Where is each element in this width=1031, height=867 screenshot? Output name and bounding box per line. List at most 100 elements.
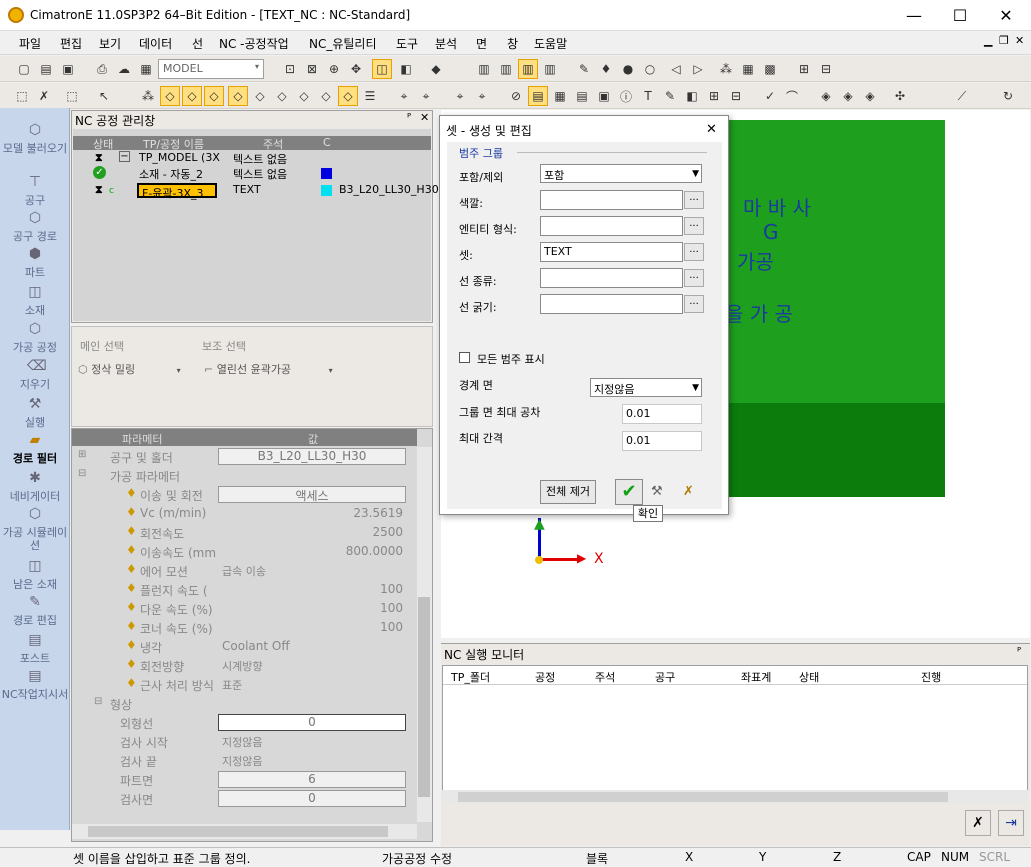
col-status[interactable]: 상태	[93, 136, 113, 152]
col-name[interactable]: TP/공정 이름	[143, 136, 204, 152]
bulb-icon[interactable]: ♦	[596, 59, 616, 79]
sidebar-item-toolpath[interactable]: ⬡ 공구 경로	[0, 211, 70, 243]
collapse-icon[interactable]: −	[119, 151, 130, 162]
surface-icon[interactable]: ◈	[816, 86, 836, 106]
pick-icon[interactable]: ⬚	[62, 86, 82, 106]
sidebar-item-post[interactable]: ▤ 포스트	[0, 633, 70, 665]
save-icon[interactable]: ▣	[58, 59, 78, 79]
cancel-icon[interactable]: ✗	[683, 484, 694, 499]
linewidth-browse-button[interactable]: ...	[684, 295, 704, 313]
color-browse-button[interactable]: ...	[684, 191, 704, 209]
shape-row[interactable]: 검사 시작 지정않음	[72, 732, 417, 751]
entity-browse-button[interactable]: ...	[684, 217, 704, 235]
tree-2-icon[interactable]: ⊟	[726, 86, 746, 106]
filter-edge-icon[interactable]: ◇	[182, 86, 202, 106]
sidebar-item-nc-sheet[interactable]: ▤ NC작업지시서	[0, 669, 70, 701]
param-row[interactable]: ♦ 이송 및 회전 액세스	[72, 485, 417, 504]
param-row[interactable]: ♦ 냉각 Coolant Off	[72, 637, 417, 656]
sidebar-item-path-edit[interactable]: ✎ 경로 편집	[0, 595, 70, 627]
model-combo[interactable]: MODEL ▾	[158, 59, 264, 79]
curve-icon[interactable]: ⌒	[782, 86, 802, 106]
sidebar-item-stock[interactable]: ◫ 소재	[0, 285, 70, 317]
pin-icon[interactable]: ᴾ	[407, 111, 411, 124]
deselect-icon[interactable]: ✗	[34, 86, 54, 106]
part-face-button[interactable]: 6	[218, 771, 406, 788]
sidebar-item-path-filter[interactable]: ▰ 경로 필터	[0, 433, 70, 465]
param-row[interactable]: ♦ 근사 처리 방식 표준	[72, 675, 417, 694]
tool-value-button[interactable]: B3_L20_LL30_H30	[218, 448, 406, 465]
sidebar-item-run[interactable]: ⚒ 실행	[0, 397, 70, 429]
surface-3-icon[interactable]: ◈	[860, 86, 880, 106]
color-field[interactable]	[540, 190, 683, 210]
expand-icon[interactable]: ⊞	[78, 449, 86, 460]
tool-T-icon[interactable]: T	[638, 86, 658, 106]
menu-nc-process[interactable]: NC -공정작업	[219, 35, 289, 52]
menu-edit[interactable]: 편집	[60, 35, 82, 52]
param-row[interactable]: ♦ Vc (m/min) 23.5619	[72, 504, 417, 523]
filter-face-icon[interactable]: ◇	[160, 86, 180, 106]
monitor-col-progress[interactable]: 진행	[921, 669, 941, 685]
filter-9-icon[interactable]: ◇	[316, 86, 336, 106]
param-hscroll-thumb[interactable]	[88, 826, 388, 837]
snap-3-icon[interactable]: ⌖	[450, 86, 470, 106]
menu-line[interactable]: 선	[192, 35, 203, 52]
param-row[interactable]: ♦ 코너 속도 (%) 100	[72, 618, 417, 637]
preview-icon[interactable]: ⚒	[651, 484, 663, 499]
filter-7-icon[interactable]: ◇	[272, 86, 292, 106]
sketch-icon[interactable]: ✎	[660, 86, 680, 106]
axis-icon[interactable]: ✣	[890, 86, 910, 106]
tree-row[interactable]: ⧗ c F-윤곽-3X_3 TEXT B3_L20_LL30_H30	[73, 183, 439, 200]
render-icon[interactable]: ▥	[474, 59, 494, 79]
param-group-tool[interactable]: ⊞ 공구 및 홀더 B3_L20_LL30_H30	[72, 447, 417, 466]
menu-file[interactable]: 파일	[19, 35, 41, 52]
sidebar-item-navigator[interactable]: ✱ 네비게이터	[0, 471, 70, 503]
view-iso-icon[interactable]: ◧	[396, 59, 416, 79]
sidebar-item-part[interactable]: ⬢ 파트	[0, 247, 70, 279]
filter-lines-icon[interactable]: ☰	[360, 86, 380, 106]
check-face-button[interactable]: 0	[218, 790, 406, 807]
shape-row[interactable]: 검사 끝 지정않음	[72, 751, 417, 770]
include-dropdown[interactable]: 포함 ▼	[540, 164, 702, 183]
remove-all-button[interactable]: 전체 제거	[540, 480, 596, 504]
filter-10-icon[interactable]: ◇	[338, 86, 358, 106]
param-row[interactable]: ♦ 플런지 속도 ( 100	[72, 580, 417, 599]
minimize-button[interactable]: —	[891, 0, 937, 31]
sidebar-item-tool[interactable]: ⊤ 공구	[0, 175, 70, 207]
monitor-col-comment[interactable]: 주석	[595, 669, 615, 685]
param-scrollbar[interactable]	[417, 447, 432, 822]
sidebar-item-erase[interactable]: ⌫ 지우기	[0, 359, 70, 391]
monitor-tool-icon[interactable]: ✗	[965, 810, 991, 836]
max-gap-field[interactable]: 0.01	[622, 431, 702, 451]
new-file-icon[interactable]: ▢	[14, 59, 34, 79]
param-group-shape[interactable]: ⊟ 형상	[72, 694, 417, 713]
render-4-icon[interactable]: ▥	[540, 59, 560, 79]
nodes-icon[interactable]: ⁂	[716, 59, 736, 79]
zoom-fit-icon[interactable]: ⊡	[280, 59, 300, 79]
group-tol-field[interactable]: 0.01	[622, 404, 702, 424]
col-c[interactable]: C	[323, 136, 331, 149]
menu-help[interactable]: 도움말	[534, 35, 567, 52]
view-cube-icon[interactable]: ◫	[372, 59, 392, 79]
collapse-group-icon[interactable]: ⊟	[78, 468, 86, 479]
doc-icon[interactable]: ▤	[572, 86, 592, 106]
doc-2-icon[interactable]: ▣	[594, 86, 614, 106]
param-row[interactable]: ♦ 다운 속도 (%) 100	[72, 599, 417, 618]
close-button[interactable]: ✕	[983, 0, 1029, 31]
forward-icon[interactable]: ▷	[688, 59, 708, 79]
menu-data[interactable]: 데이터	[139, 35, 172, 52]
monitor-hscroll-thumb[interactable]	[458, 792, 948, 802]
open-file-icon[interactable]: ▤	[36, 59, 56, 79]
line-icon[interactable]: ⟋	[952, 86, 972, 106]
sidebar-item-simulation[interactable]: ⬡ 가공 시뮬레이션	[0, 507, 70, 552]
assembly-icon[interactable]: ⊞	[794, 59, 814, 79]
menu-view[interactable]: 보기	[99, 35, 121, 52]
shape-row[interactable]: 파트면 6	[72, 770, 417, 789]
param-group-machining[interactable]: ⊟ 가공 파라메터	[72, 466, 417, 485]
filter-point-icon[interactable]: ◇	[228, 86, 248, 106]
zoom-window-icon[interactable]: ⊠	[302, 59, 322, 79]
ok-button[interactable]: ✔	[615, 479, 643, 505]
mesh-icon[interactable]: ▩	[760, 59, 780, 79]
sidebar-item-remaining-stock[interactable]: ◫ 남은 소재	[0, 559, 70, 591]
filter-8-icon[interactable]: ◇	[294, 86, 314, 106]
monitor-hscrollbar[interactable]	[442, 790, 1028, 804]
